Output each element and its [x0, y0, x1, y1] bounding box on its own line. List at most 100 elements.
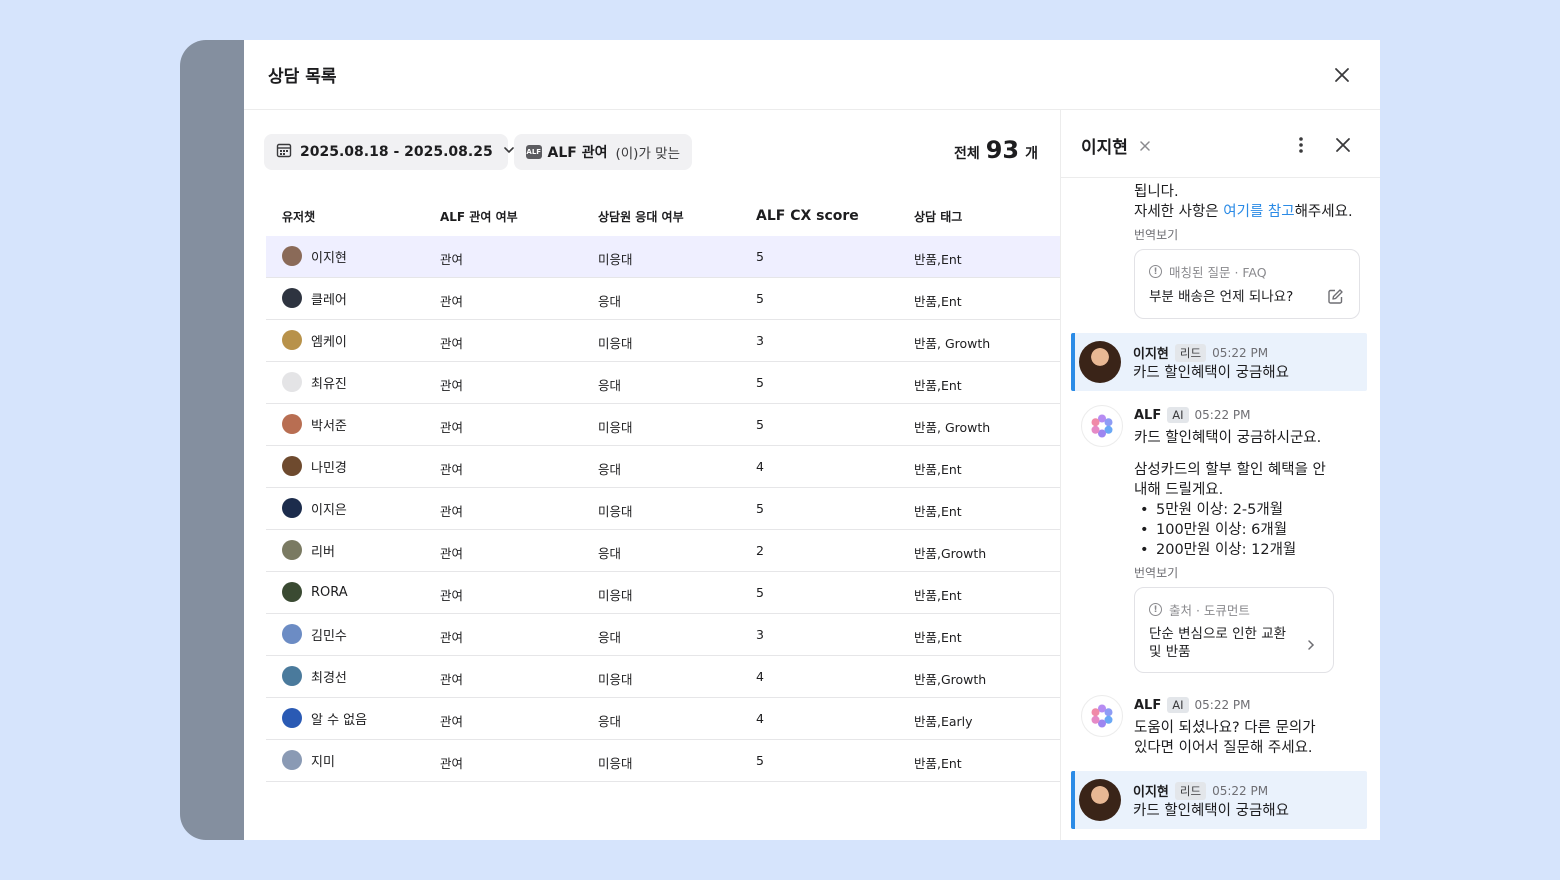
cx-score-cell: 5 [756, 375, 764, 390]
translate-link[interactable]: 번역보기 [1134, 564, 1178, 581]
alf-involvement-cell: 관여 [440, 630, 464, 645]
user-name: 엠케이 [311, 334, 347, 350]
list-item: 200만원 이상: 12개월 [1134, 540, 1296, 560]
agent-response-cell: 미응대 [598, 336, 633, 351]
table-row[interactable]: 리버 관여 응대 2 반품,Growth [266, 530, 1060, 572]
lead-message: 이지현 리드 05:22 PM 카드 할인혜택이 궁금해요 [1071, 771, 1367, 829]
user-cell: RORA [282, 582, 348, 602]
message-text: 삼성카드의 할부 할인 혜택을 안 [1134, 462, 1326, 478]
cx-score-cell: 5 [756, 753, 764, 768]
user-cell: 클레어 [282, 288, 347, 308]
user-name: 박서준 [311, 418, 347, 434]
table-row[interactable]: 지미 관여 미응대 5 반품,Ent [266, 740, 1060, 782]
ref-text: 단순 변심으로 인한 교환 [1149, 626, 1287, 642]
table-row[interactable]: 박서준 관여 미응대 5 반품, Growth [266, 404, 1060, 446]
tag-cell: 반품,Ent [914, 630, 962, 645]
message-text: 카드 할인혜택이 궁금하시군요. [1134, 430, 1322, 446]
source-document-card[interactable]: ! 출처 · 도큐먼트 단순 변심으로 인한 교환 및 반품 [1134, 587, 1334, 673]
cx-score-cell: 2 [756, 543, 764, 558]
table-row[interactable]: 클레어 관여 응대 5 반품,Ent [266, 278, 1060, 320]
table-row[interactable]: 최유진 관여 응대 5 반품,Ent [266, 362, 1060, 404]
matched-faq-card[interactable]: ! 매칭된 질문 · FAQ 부분 배송은 언제 되나요? [1134, 249, 1360, 319]
user-cell: 박서준 [282, 414, 347, 434]
header-agent-response[interactable]: 상담원 응대 여부 [598, 208, 684, 225]
header-alf-involvement[interactable]: ALF 관여 여부 [440, 208, 518, 225]
list-pane: 2025.08.18 - 2025.08.25 ALF ALF 관여 (이)가 … [244, 110, 1060, 840]
table-row[interactable]: 엠케이 관여 미응대 3 반품, Growth [266, 320, 1060, 362]
cx-score-cell: 5 [756, 585, 764, 600]
tag-cell: 반품,Ent [914, 294, 962, 309]
total-label: 전체 [953, 146, 980, 162]
remove-filter-icon[interactable] [1133, 134, 1157, 158]
cx-score-cell: 4 [756, 711, 764, 726]
avatar [282, 750, 302, 770]
table-header: 유저챗 ALF 관여 여부 상담원 응대 여부 ALF CX score 상담 … [266, 194, 1060, 236]
alf-involvement-cell: 관여 [440, 294, 464, 309]
tag-cell: 반품,Ent [914, 378, 962, 393]
user-cell: 최유진 [282, 372, 347, 392]
table-body: 이지현 관여 미응대 5 반품,Ent 클레어 관여 응대 5 반품,Ent 엠케이 관여 미응대 3 반품… [266, 236, 1060, 782]
user-name: 최유진 [311, 376, 347, 392]
sender-name: ALF [1134, 407, 1162, 423]
avatar [282, 414, 302, 434]
sender-badge: AI [1167, 697, 1189, 713]
chat-detail-pane: 이지현 됩니다. 자세한 사항은 여기를 참고해주세요. 번역보기 ! 매칭된 질… [1060, 110, 1380, 840]
header-tag[interactable]: 상담 태그 [914, 208, 962, 225]
message-meta: ALF AI 05:22 PM [1134, 407, 1251, 423]
alf-involvement-cell: 관여 [440, 714, 464, 729]
table-row[interactable]: 나민경 관여 응대 4 반품,Ent [266, 446, 1060, 488]
user-name: 클레어 [311, 292, 347, 308]
table-row[interactable]: 알 수 없음 관여 응대 4 반품,Early [266, 698, 1060, 740]
avatar [282, 624, 302, 644]
avatar [282, 246, 302, 266]
alf-avatar [1081, 405, 1123, 447]
translate-link[interactable]: 번역보기 [1134, 226, 1178, 243]
user-name: 김민수 [311, 628, 347, 644]
total-unit: 개 [1025, 146, 1038, 162]
table-row[interactable]: 최경선 관여 미응대 4 반품,Growth [266, 656, 1060, 698]
user-cell: 나민경 [282, 456, 347, 476]
table-row[interactable]: 이지현 관여 미응대 5 반품,Ent [266, 236, 1060, 278]
user-name: 나민경 [311, 460, 347, 476]
table-row[interactable]: RORA 관여 미응대 5 반품,Ent [266, 572, 1060, 614]
user-name: 리버 [311, 544, 335, 560]
modal-title: 상담 목록 [268, 67, 337, 87]
user-cell: 지미 [282, 750, 335, 770]
avatar [1079, 341, 1121, 383]
chat-header: 이지현 [1061, 110, 1380, 178]
cx-score-cell: 5 [756, 249, 764, 264]
benefit-list: 5만원 이상: 2-5개월 100만원 이상: 6개월 200만원 이상: 12… [1134, 500, 1296, 560]
reference-link[interactable]: 여기를 참고 [1223, 204, 1294, 220]
edit-icon[interactable] [1327, 288, 1344, 309]
header-user-chat[interactable]: 유저챗 [282, 208, 315, 225]
date-range-filter[interactable]: 2025.08.18 - 2025.08.25 [264, 134, 514, 170]
table-row[interactable]: 이지은 관여 미응대 5 반품,Ent [266, 488, 1060, 530]
consultation-table: 유저챗 ALF 관여 여부 상담원 응대 여부 ALF CX score 상담 … [266, 194, 1060, 782]
alf-involvement-filter[interactable]: ALF ALF 관여 (이)가 맞는 [514, 134, 692, 170]
alf-involvement-cell: 관여 [440, 420, 464, 435]
message-meta: ALF AI 05:22 PM [1134, 697, 1251, 713]
table-row[interactable]: 김민수 관여 응대 3 반품,Ent [266, 614, 1060, 656]
close-icon[interactable] [1330, 63, 1354, 87]
calendar-icon [276, 142, 292, 162]
header-cx-score[interactable]: ALF CX score [756, 208, 859, 224]
message-text: 도움이 되셨나요? 다른 문의가 [1134, 720, 1316, 736]
message-text: 자세한 사항은 여기를 참고해주세요. [1134, 204, 1353, 220]
ref-text: 및 반품 [1149, 644, 1191, 660]
agent-response-cell: 응대 [598, 630, 622, 645]
list-item: 100만원 이상: 6개월 [1134, 520, 1296, 540]
ref-label: ! 출처 · 도큐먼트 [1149, 600, 1250, 619]
more-options-icon[interactable] [1289, 133, 1313, 157]
agent-response-cell: 응대 [598, 546, 622, 561]
tag-cell: 반품, Growth [914, 420, 991, 435]
agent-response-cell: 미응대 [598, 672, 633, 687]
cx-score-cell: 5 [756, 291, 764, 306]
user-cell: 이지은 [282, 498, 347, 518]
agent-response-cell: 응대 [598, 462, 622, 477]
lead-message: 이지현 리드 05:22 PM 카드 할인혜택이 궁금해요 [1071, 333, 1367, 391]
message-text: 있다면 이어서 질문해 주세요. [1134, 740, 1313, 756]
user-name: 이지현 [311, 250, 347, 266]
close-chat-icon[interactable] [1331, 133, 1355, 157]
message-text: 됩니다. [1134, 184, 1179, 200]
message-text: 카드 할인혜택이 궁금해요 [1133, 365, 1289, 381]
